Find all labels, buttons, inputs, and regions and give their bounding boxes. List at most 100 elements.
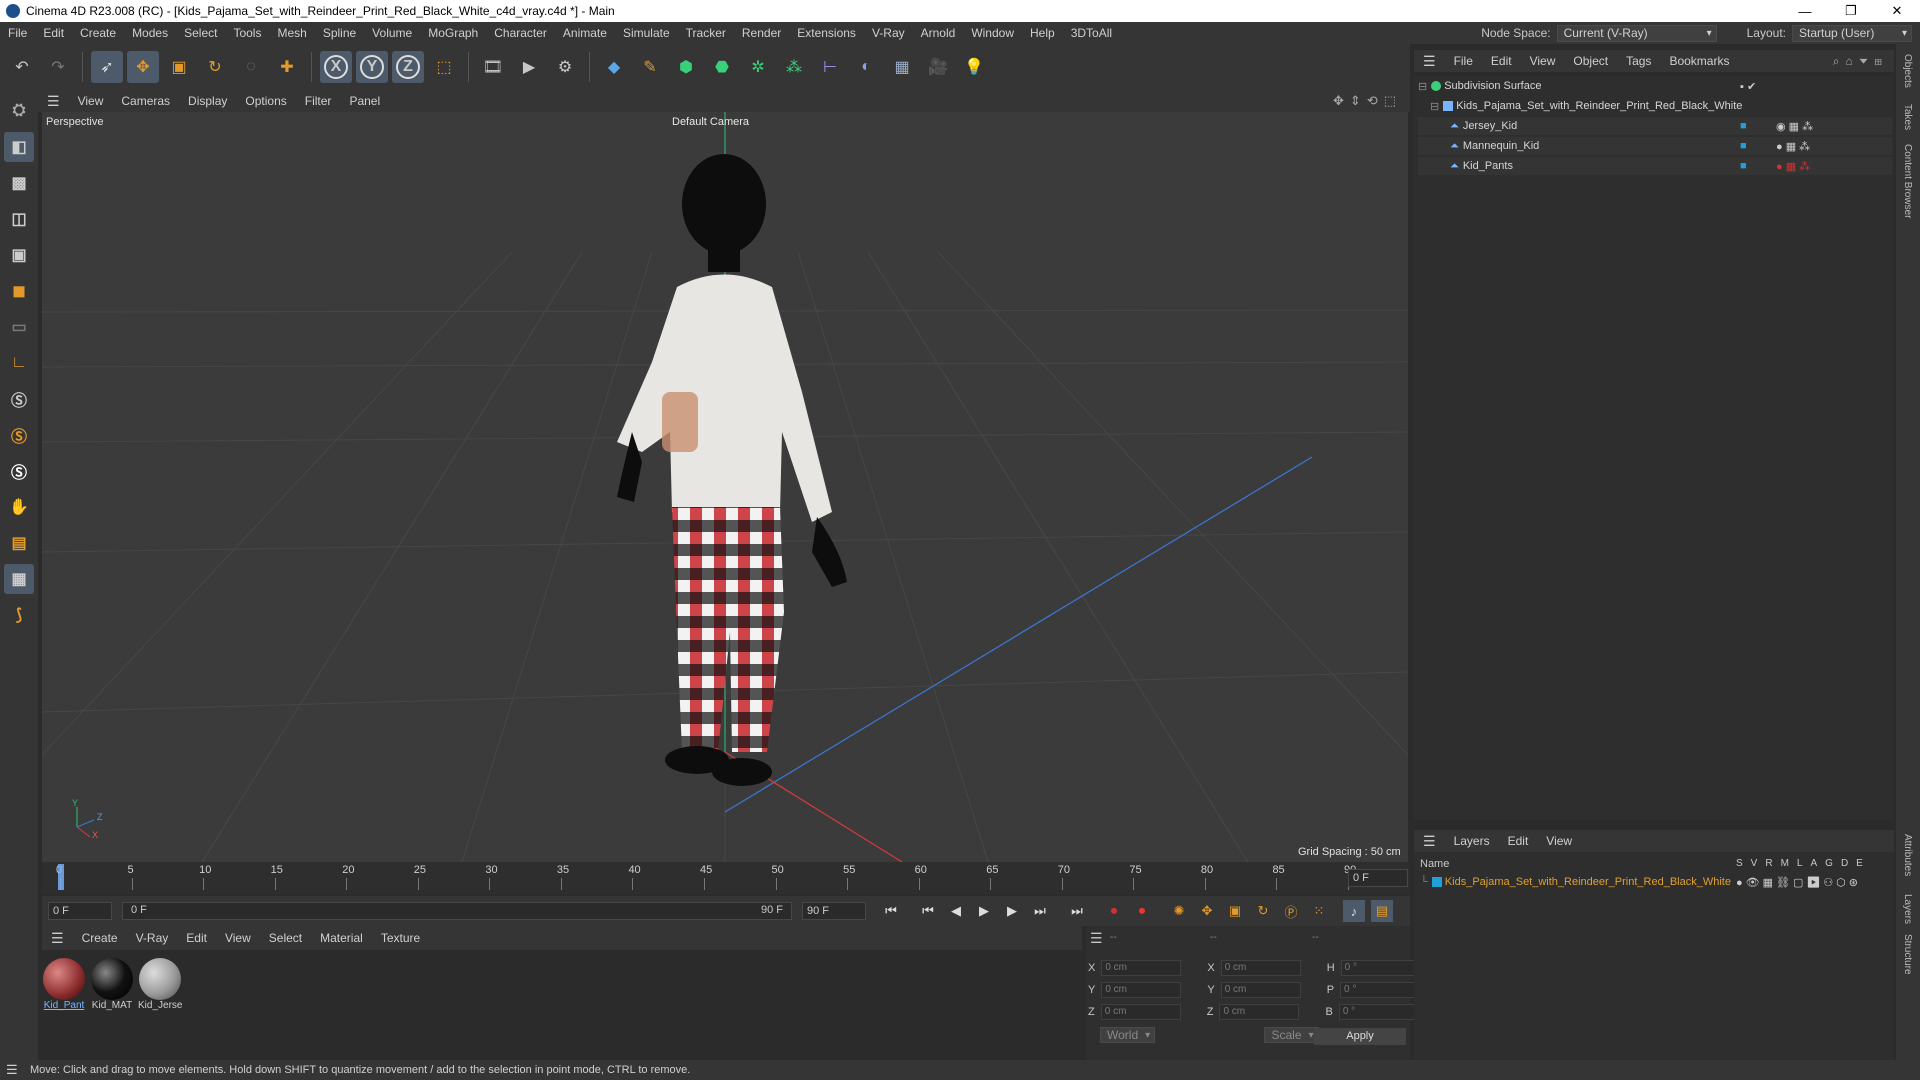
material-tags-icon[interactable]: ● ▦ ⁂ xyxy=(1776,140,1810,153)
object-object-menu[interactable]: Object xyxy=(1564,54,1617,68)
menu-simulate[interactable]: Simulate xyxy=(615,26,678,40)
move-icon[interactable]: ✥ xyxy=(127,51,159,83)
rotate-icon[interactable]: ↻ xyxy=(199,51,231,83)
layers-edit-menu[interactable]: Edit xyxy=(1499,834,1538,848)
transform-icon[interactable]: ✚ xyxy=(271,51,303,83)
layer-color-tag[interactable]: ■ xyxy=(1740,160,1747,172)
timeline-icon[interactable]: ▤ xyxy=(1371,900,1393,922)
lock-grid-icon[interactable]: ▦ xyxy=(4,564,34,594)
polygons-mode-icon[interactable]: ▣ xyxy=(4,240,34,270)
viewport-view-menu[interactable]: View xyxy=(69,94,113,108)
menu-animate[interactable]: Animate xyxy=(555,26,615,40)
extrude-icon[interactable]: ⬣ xyxy=(706,51,738,83)
coordinate-system-dropdown[interactable]: World xyxy=(1100,1027,1156,1043)
size-z-field[interactable]: 0 cm xyxy=(1219,1004,1300,1020)
subdivision-icon[interactable]: ⬢ xyxy=(670,51,702,83)
material-menu-icon[interactable]: ☰ xyxy=(42,930,73,947)
start-frame-field[interactable]: 0 F xyxy=(48,902,112,920)
position-z-field[interactable]: 0 cm xyxy=(1100,1004,1181,1020)
menu-character[interactable]: Character xyxy=(486,26,555,40)
menu-volume[interactable]: Volume xyxy=(364,26,420,40)
rotation-h-field[interactable]: 0 ° xyxy=(1340,960,1421,976)
render-settings-icon[interactable]: ⚙ xyxy=(549,51,581,83)
menu-tracker[interactable]: Tracker xyxy=(678,26,734,40)
maximize-button[interactable]: ❐ xyxy=(1828,0,1874,22)
material-kid-pant[interactable]: Kid_Pant xyxy=(42,958,86,1012)
object-bookmarks-menu[interactable]: Bookmarks xyxy=(1660,54,1738,68)
key-parameter-icon[interactable]: Ⓟ xyxy=(1280,900,1302,922)
layer-grid-icon[interactable]: ▤ xyxy=(4,528,34,558)
apply-button[interactable]: Apply xyxy=(1314,1028,1406,1045)
layer-row[interactable]: └ Kids_Pajama_Set_with_Reindeer_Print_Re… xyxy=(1420,874,1890,890)
material-tags-icon[interactable]: ● ▦ ⁂ xyxy=(1776,160,1810,173)
menu-modes[interactable]: Modes xyxy=(124,26,176,40)
tab-takes[interactable]: Takes xyxy=(1902,104,1913,130)
viewport-menu-icon[interactable]: ☰ xyxy=(38,93,69,110)
menu-tools[interactable]: Tools xyxy=(225,26,269,40)
status-menu-icon[interactable]: ☰ xyxy=(6,1062,18,1078)
record-icon[interactable]: ⏺ xyxy=(1103,900,1125,922)
kid-figure[interactable] xyxy=(617,154,847,786)
magnet-icon[interactable]: Ⓢ xyxy=(4,456,34,486)
tab-content-browser[interactable]: Content Browser xyxy=(1902,144,1913,218)
previous-frame-icon[interactable]: ◀ xyxy=(945,900,967,922)
menu-render[interactable]: Render xyxy=(734,26,789,40)
go-to-end-icon[interactable]: ⏭ xyxy=(1066,900,1088,922)
texture-mode-icon[interactable]: ◧ xyxy=(4,132,34,162)
object-row-jersey[interactable]: ⏶ Jersey_Kid ■ ◉ ▦ ⁂ xyxy=(1418,117,1892,135)
layer-color-tag[interactable] xyxy=(1740,101,1750,111)
tab-layers[interactable]: Layers xyxy=(1902,894,1913,924)
camera-icon[interactable]: 🎥 xyxy=(922,51,954,83)
menu-help[interactable]: Help xyxy=(1022,26,1063,40)
object-edit-menu[interactable]: Edit xyxy=(1482,54,1521,68)
viewport-display-menu[interactable]: Display xyxy=(179,94,236,108)
material-create-menu[interactable]: Create xyxy=(73,931,127,945)
tweak-icon[interactable]: ✋ xyxy=(4,492,34,522)
render-region-icon[interactable]: 🎞 xyxy=(477,51,509,83)
viewport-nav-icons[interactable]: ✥⇕⟲⬚ xyxy=(1333,93,1402,109)
cloner-icon[interactable]: ✲ xyxy=(742,51,774,83)
next-key-icon[interactable]: ⏭ xyxy=(1029,900,1051,922)
material-kid-jersey[interactable]: Kid_Jerse xyxy=(138,958,182,1012)
material-vray-menu[interactable]: V-Ray xyxy=(127,931,178,945)
key-position-icon[interactable]: ✥ xyxy=(1196,900,1218,922)
menu-mograph[interactable]: MoGraph xyxy=(420,26,486,40)
select-icon[interactable]: ➶ xyxy=(91,51,123,83)
position-y-field[interactable]: 0 cm xyxy=(1101,982,1182,998)
redo-icon[interactable]: ↷ xyxy=(42,51,74,83)
object-view-menu[interactable]: View xyxy=(1521,54,1565,68)
menu-file[interactable]: File xyxy=(0,26,35,40)
rotation-b-field[interactable]: 0 ° xyxy=(1338,1004,1419,1020)
previous-key-icon[interactable]: ⏮ xyxy=(917,900,939,922)
menu-extensions[interactable]: Extensions xyxy=(789,26,864,40)
motion-icon[interactable]: ♪ xyxy=(1343,900,1365,922)
object-row-pajama-set[interactable]: ⊟ Kids_Pajama_Set_with_Reindeer_Print_Re… xyxy=(1418,97,1892,115)
coordinate-icon[interactable]: ⬚ xyxy=(428,51,460,83)
size-y-field[interactable]: 0 cm xyxy=(1220,982,1301,998)
render-view-icon[interactable]: ▶ xyxy=(513,51,545,83)
key-scale-icon[interactable]: ▣ xyxy=(1224,900,1246,922)
go-to-start-icon[interactable]: ⏮ xyxy=(880,900,902,922)
layout-dropdown[interactable]: Startup (User) xyxy=(1792,24,1912,42)
menu-select[interactable]: Select xyxy=(176,26,225,40)
undo-icon[interactable]: ↶ xyxy=(6,51,38,83)
material-view-menu[interactable]: View xyxy=(216,931,260,945)
workplane-icon[interactable]: ◼ xyxy=(4,276,34,306)
edges-mode-icon[interactable]: ◫ xyxy=(4,204,34,234)
material-kid-mat[interactable]: Kid_MAT xyxy=(90,958,134,1012)
material-edit-menu[interactable]: Edit xyxy=(177,931,216,945)
object-row-subdivision[interactable]: ⊟ Subdivision Surface ▪ ✔ xyxy=(1418,77,1892,95)
object-search-icons[interactable]: ⌕⌂⏷⊞ xyxy=(1833,54,1888,69)
object-row-mannequin[interactable]: ⏶ Mannequin_Kid ■ ● ▦ ⁂ xyxy=(1418,137,1892,155)
axis-icon[interactable]: ▭ xyxy=(4,312,34,342)
tab-structure[interactable]: Structure xyxy=(1902,934,1913,975)
size-x-field[interactable]: 0 cm xyxy=(1220,960,1301,976)
snap-vertex-icon[interactable]: Ⓢ xyxy=(4,420,34,450)
snap-icon[interactable]: ∟ xyxy=(4,348,34,378)
menu-create[interactable]: Create xyxy=(72,26,124,40)
scale-icon[interactable]: ▣ xyxy=(163,51,195,83)
object-menu-icon[interactable]: ☰ xyxy=(1414,53,1445,70)
z-axis-icon[interactable]: Z xyxy=(392,51,424,83)
material-select-menu[interactable]: Select xyxy=(260,931,311,945)
rotation-p-field[interactable]: 0 ° xyxy=(1340,982,1421,998)
